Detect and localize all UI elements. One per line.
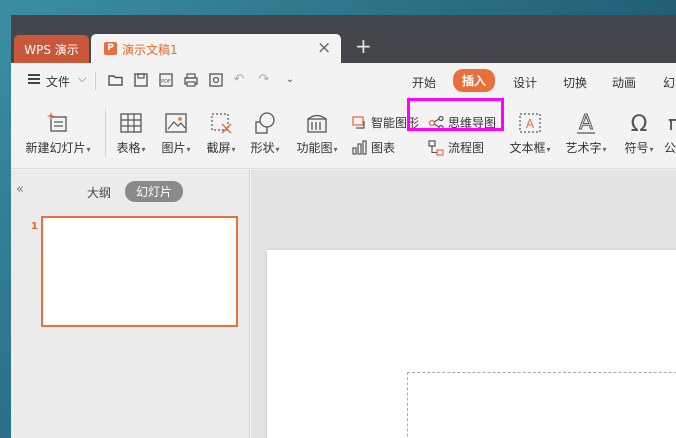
shape-button[interactable]: 形状▾ xyxy=(245,111,285,156)
chevron-down-icon[interactable]: ⌵ xyxy=(78,72,86,86)
word-art-button[interactable]: A 艺术字▾ xyxy=(561,111,611,156)
textbox-label: 文本框 xyxy=(509,141,546,155)
tab-slideshow[interactable]: 幻 xyxy=(663,74,675,91)
divider xyxy=(95,72,96,90)
svg-text:π: π xyxy=(668,111,676,135)
tab-wps-presentation[interactable]: WPS 演示 xyxy=(14,35,89,63)
wps-window: WPS 演示 P 演示文稿1 × + 文件 ⌵ PDF ↶ ↷ ⌄ 开始 插入 … xyxy=(11,15,676,438)
tab-slides[interactable]: 幻灯片 xyxy=(125,181,184,202)
textbox-icon: A xyxy=(519,113,541,133)
customize-toolbar-icon[interactable]: ⌄ xyxy=(282,72,298,88)
function-chart-button[interactable]: 功能图▾ xyxy=(292,111,342,156)
table-icon xyxy=(120,113,142,133)
screenshot-button[interactable]: 截屏▾ xyxy=(201,111,241,156)
table-label: 表格 xyxy=(116,141,141,155)
hamburger-menu-icon[interactable] xyxy=(28,74,40,84)
close-icon[interactable]: × xyxy=(317,38,331,58)
smart-art-icon xyxy=(352,115,365,129)
screenshot-label: 截屏 xyxy=(206,141,231,155)
shape-icon xyxy=(255,112,275,134)
editing-canvas xyxy=(251,170,676,438)
svg-text:A: A xyxy=(526,117,535,131)
formula-label: 公 xyxy=(664,141,676,155)
slide-panel: « 大纲 幻灯片 1 xyxy=(11,170,250,438)
tab-transition[interactable]: 切换 xyxy=(563,74,587,91)
new-slide-icon xyxy=(47,112,67,132)
svg-text:A: A xyxy=(579,111,593,134)
picture-icon xyxy=(165,113,187,133)
function-chart-label: 功能图 xyxy=(296,141,333,155)
chart-button[interactable]: 图表 xyxy=(351,139,395,156)
tab-document-label: 演示文稿1 xyxy=(122,43,178,57)
tab-animation[interactable]: 动画 xyxy=(612,74,636,91)
symbol-button[interactable]: Ω 符号▾ xyxy=(618,111,660,156)
chart-label: 图表 xyxy=(371,141,396,155)
formula-icon: π xyxy=(668,111,676,135)
presentation-file-icon: P xyxy=(104,42,117,55)
tab-insert[interactable]: 插入 xyxy=(453,69,496,92)
new-slide-button[interactable]: 新建幻灯片▾ xyxy=(21,111,95,156)
undo-icon[interactable]: ↶ xyxy=(231,72,247,88)
collapse-panel-icon[interactable]: « xyxy=(16,182,24,197)
formula-button[interactable]: π 公 xyxy=(664,111,676,156)
svg-text:PDF: PDF xyxy=(161,79,171,85)
textbox-button[interactable]: A 文本框▾ xyxy=(505,111,555,156)
open-folder-icon[interactable] xyxy=(108,72,124,88)
ribbon-toolbar: 新建幻灯片▾ 表格▾ 图片▾ 截屏▾ 形状▾ 功能图▾ 智能图形 图表 思维导图… xyxy=(11,101,676,169)
divider xyxy=(105,109,106,157)
word-art-label: 艺术字 xyxy=(565,141,602,155)
slide-thumbnail[interactable] xyxy=(41,216,238,327)
slide-canvas[interactable] xyxy=(267,250,676,438)
slide-number: 1 xyxy=(31,221,38,232)
new-slide-label: 新建幻灯片 xyxy=(25,141,86,155)
title-bar: WPS 演示 P 演示文稿1 × + xyxy=(11,15,676,63)
new-tab-plus-icon[interactable]: + xyxy=(355,36,372,56)
tab-outline[interactable]: 大纲 xyxy=(87,184,111,201)
flowchart-label: 流程图 xyxy=(448,141,485,155)
flowchart-icon xyxy=(428,139,444,156)
file-menu[interactable]: 文件 xyxy=(46,73,70,90)
text-placeholder[interactable] xyxy=(407,372,676,438)
save-icon[interactable] xyxy=(133,72,149,88)
tab-document[interactable]: P 演示文稿1 × xyxy=(91,34,341,63)
tab-design[interactable]: 设计 xyxy=(513,74,537,91)
omega-symbol-icon: Ω xyxy=(631,112,648,135)
function-chart-icon xyxy=(307,114,327,133)
export-pdf-icon[interactable]: PDF xyxy=(158,72,174,88)
screenshot-icon xyxy=(211,113,232,134)
tab-wps-label: WPS 演示 xyxy=(24,42,79,57)
bar-chart-icon xyxy=(352,139,367,155)
flowchart-button[interactable]: 流程图 xyxy=(428,139,484,156)
tab-start[interactable]: 开始 xyxy=(412,74,436,91)
redo-icon[interactable]: ↷ xyxy=(256,72,272,88)
print-icon[interactable] xyxy=(183,72,199,88)
word-art-icon: A xyxy=(577,111,595,135)
menu-bar: 文件 ⌵ PDF ↶ ↷ ⌄ 开始 插入 设计 切换 动画 幻 xyxy=(11,63,676,101)
table-button[interactable]: 表格▾ xyxy=(111,111,151,156)
shape-label: 形状 xyxy=(250,141,275,155)
preview-icon[interactable] xyxy=(208,72,224,88)
svg-text:Ω: Ω xyxy=(631,112,648,135)
highlight-box xyxy=(407,98,504,131)
symbol-label: 符号 xyxy=(624,141,649,155)
picture-label: 图片 xyxy=(161,141,186,155)
picture-button[interactable]: 图片▾ xyxy=(156,111,196,156)
